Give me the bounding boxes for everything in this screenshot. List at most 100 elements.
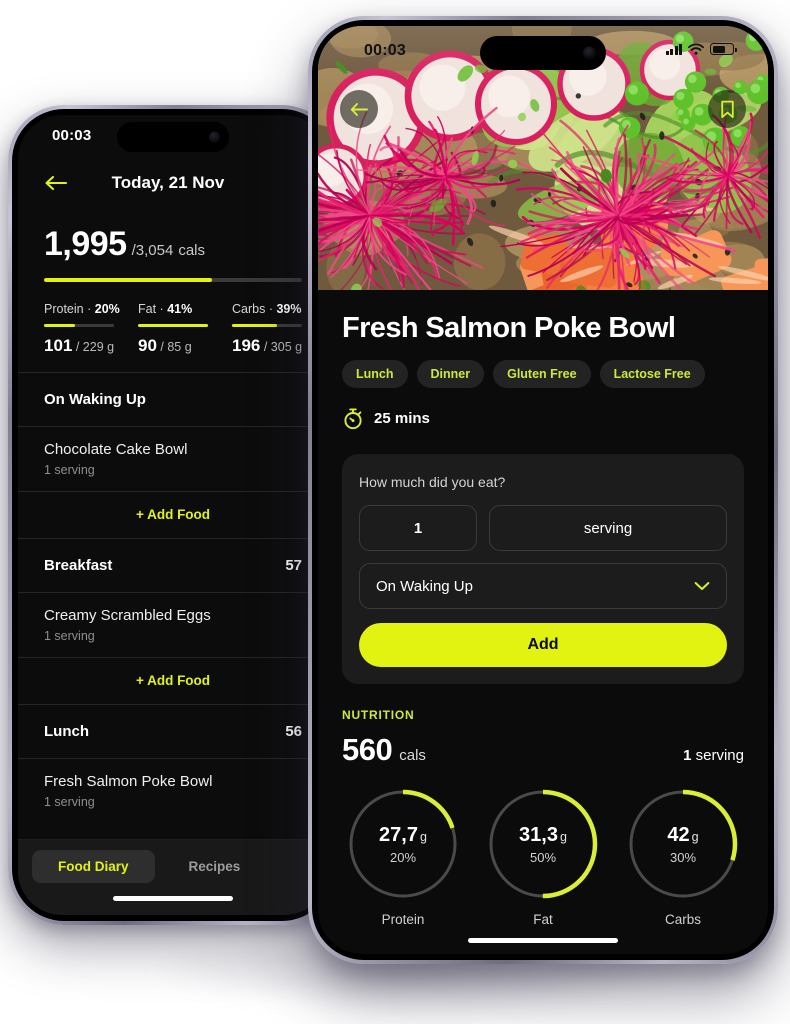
nutrition-calories-unit: cals (399, 747, 426, 764)
macro-progress-bar (44, 324, 114, 327)
macro-grams-unit: g (559, 829, 567, 844)
nutrition-calorie-row: 560 cals 1 serving (342, 732, 744, 768)
phone-right-recipe-detail: 00:03 Fresh Salmon Poke Bowl Lunch Dinner… (308, 16, 778, 964)
tab-recipes[interactable]: Recipes (163, 850, 267, 883)
status-system-icons (665, 43, 737, 55)
home-indicator (468, 938, 618, 943)
macro-dot: · (159, 302, 164, 316)
food-item-servings: 1 serving (44, 463, 95, 477)
phone-right-screen: 00:03 Fresh Salmon Poke Bowl Lunch Dinner… (318, 26, 768, 954)
food-item[interactable]: Fresh Salmon Poke Bowl 1 serving (18, 759, 328, 823)
macro-percent: 50% (529, 849, 557, 865)
phone-left-food-diary: 00:03 Today, 21 Nov 1,995 / 3,054 cals P… (8, 105, 338, 925)
chevron-down-icon (694, 582, 710, 590)
meal-section-header[interactable]: Lunch 56 (18, 705, 328, 758)
back-button[interactable] (44, 174, 68, 192)
macro-percent: 30% (669, 849, 697, 865)
macro-grams-unit: g (691, 829, 699, 844)
recipe-tag-list: Lunch Dinner Gluten Free Lactose Free (342, 360, 744, 388)
macro-header: Carbs · 39% (232, 302, 302, 316)
macro-summary-row: Protein · 20% 101 / 229 g Fat · 41% 90 / 85… (18, 282, 328, 372)
battery-icon (710, 43, 737, 55)
dynamic-island (480, 36, 606, 70)
arrow-left-icon (350, 102, 368, 116)
nutrition-calories: 560 (342, 732, 393, 767)
add-food-row[interactable]: + Add Food (18, 658, 328, 704)
calories-unit: cals (178, 242, 205, 259)
macro-goal: 305 g (270, 340, 303, 354)
add-button[interactable]: Add (359, 623, 727, 667)
macro-percent: 20% (94, 302, 120, 316)
tab-food-diary[interactable]: Food Diary (32, 850, 155, 883)
macro-goal: 85 g (167, 340, 192, 354)
meal-section-header[interactable]: On Waking Up (18, 373, 328, 426)
macro-values: 90 / 85 g (138, 336, 208, 356)
meal-section-calories: 56 (285, 723, 302, 740)
macro-name: Fat (138, 302, 157, 316)
recipe-tag[interactable]: Lactose Free (599, 360, 705, 388)
cellular-signal-icon (665, 44, 682, 55)
macro-header: Fat · 41% (138, 302, 208, 316)
macro-ring-label: Protein (381, 912, 425, 927)
recipe-tag[interactable]: Dinner (416, 360, 485, 388)
dynamic-island (117, 122, 229, 152)
macro-protein: Protein · 20% 101 / 229 g (44, 302, 120, 356)
recipe-tag[interactable]: Gluten Free (493, 360, 591, 388)
macro-percent: 41% (167, 302, 193, 316)
macro-fat: Fat · 41% 90 / 85 g (138, 302, 208, 356)
home-indicator (113, 896, 233, 901)
food-item-servings: 1 serving (44, 795, 95, 809)
meal-section-title: Breakfast (44, 557, 113, 574)
bookmark-button[interactable] (708, 90, 746, 128)
left-status-bar: 00:03 (18, 115, 328, 159)
meal-section-title: Lunch (44, 723, 89, 740)
macro-grams: 27,7 g (379, 823, 427, 846)
macro-sep: / (156, 340, 168, 354)
macro-value: 101 (44, 336, 73, 355)
meal-section-header[interactable]: Breakfast 57 (18, 539, 328, 592)
food-item[interactable]: Chocolate Cake Bowl 1 serving (18, 427, 328, 491)
macro-ring-label: Carbs (664, 912, 701, 927)
bookmark-icon (720, 100, 734, 118)
macro-dot: · (268, 302, 273, 316)
macro-percent: 39% (276, 302, 302, 316)
macro-ring-fat: 31,3 g 50% Fat (482, 786, 604, 927)
phone-left-screen: 00:03 Today, 21 Nov 1,995 / 3,054 cals P… (18, 115, 328, 915)
status-time: 00:03 (364, 42, 406, 59)
bottom-tab-bar: Food Diary Recipes (18, 839, 328, 915)
meal-select[interactable]: On Waking Up (359, 563, 727, 609)
macro-dot: · (87, 302, 92, 316)
meal-select-value: On Waking Up (376, 577, 473, 595)
macro-percent: 20% (389, 849, 417, 865)
food-item-servings: 1 serving (44, 629, 95, 643)
recipe-tag[interactable]: Lunch (342, 360, 408, 388)
meal-section-title: On Waking Up (44, 391, 146, 408)
food-item-name: Chocolate Cake Bowl (44, 441, 188, 458)
log-inputs-row: 1 serving (359, 505, 727, 551)
meal-section: On Waking Up Chocolate Cake Bowl 1 serving… (18, 373, 328, 539)
unit-select[interactable]: serving (489, 505, 727, 551)
macro-rings: 27,7 g 20% Protein 31,3 g 50% Fat 42 g 30% Carbs (342, 786, 744, 927)
macro-carbs: Carbs · 39% 196 / 305 g (232, 302, 302, 356)
add-food-row[interactable]: + Add Food (18, 492, 328, 538)
log-food-card: How much did you eat? 1 serving On Wakin… (342, 454, 744, 684)
food-item[interactable]: Creamy Scrambled Eggs 1 serving (18, 593, 328, 657)
macro-values: 101 / 229 g (44, 336, 114, 356)
food-item-name: Creamy Scrambled Eggs (44, 607, 211, 624)
macro-grams: 42 g (667, 823, 699, 846)
macro-progress-bar (232, 324, 302, 327)
macro-progress-bar (138, 324, 208, 327)
macro-values: 196 / 305 g (232, 336, 302, 356)
stopwatch-icon (344, 408, 362, 430)
calories-consumed: 1,995 (44, 225, 127, 263)
recipe-cook-time: 25 mins (342, 407, 744, 430)
status-time: 00:03 (52, 127, 92, 144)
back-button[interactable] (340, 90, 378, 128)
calorie-summary: 1,995 / 3,054 cals (18, 207, 328, 282)
macro-name: Carbs (232, 302, 266, 316)
macro-goal: 229 g (82, 340, 115, 354)
serving-count-unit: serving (695, 747, 744, 764)
recipe-body: Fresh Salmon Poke Bowl Lunch Dinner Gluten… (318, 290, 768, 927)
macro-grams: 31,3 g (519, 823, 567, 846)
quantity-input[interactable]: 1 (359, 505, 477, 551)
